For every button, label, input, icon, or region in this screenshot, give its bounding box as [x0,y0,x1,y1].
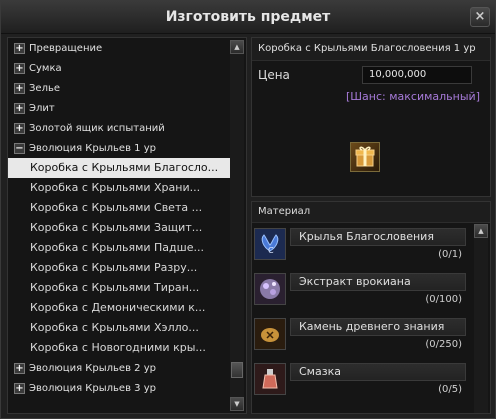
recipe-item[interactable]: Коробка с Крыльями Разру... [8,258,230,278]
rune-stone-icon [254,318,286,350]
material-name: Смазка [290,363,466,381]
expand-icon[interactable]: + [14,382,25,394]
material-name: Камень древнего знания [290,318,466,336]
close-button[interactable]: × [470,7,490,27]
scroll-thumb[interactable] [231,362,243,378]
tree-category[interactable]: + Элит [8,98,230,118]
scroll-up-button[interactable]: ▲ [230,40,244,54]
expand-icon[interactable]: + [14,42,25,54]
scroll-up-button[interactable]: ▲ [474,224,488,238]
category-label: Золотой ящик испытаний [29,122,165,134]
svg-text:C: C [268,246,274,255]
window-titlebar: Изготовить предмет × [1,1,495,34]
recipe-item[interactable]: Коробка с Крыльями Защит... [8,218,230,238]
material-row[interactable]: Смазка (0/5) [254,359,466,399]
expand-icon[interactable]: + [14,102,25,114]
category-label: Эволюция Крыльев 1 ур [29,142,156,154]
category-label: Эволюция Крыльев 3 ур [29,382,156,394]
price-value: 10,000,000 [362,66,472,84]
tree-category[interactable]: + Сумка [8,58,230,78]
material-count: (0/5) [438,384,462,395]
tree-category[interactable]: − Эволюция Крыльев 1 ур [8,138,230,158]
recipe-tree-panel: + Превращение + Сумка + Зелье + Элит + З… [7,37,247,414]
tree-category[interactable]: + Превращение [8,38,230,58]
tree-category[interactable]: + Зелье [8,78,230,98]
price-label: Цена [258,68,290,82]
recipe-item[interactable]: Коробка с Крыльями Падше... [8,238,230,258]
product-name: Коробка с Крыльями Благословения 1 ур [252,38,490,61]
recipe-item[interactable]: Коробка с Крыльями Света ... [8,198,230,218]
product-panel: Коробка с Крыльями Благословения 1 ур Це… [251,37,491,197]
recipe-item[interactable]: Коробка с Крыльями Тиран... [8,278,230,298]
expand-icon[interactable]: + [14,62,25,74]
collapse-icon[interactable]: − [14,142,25,154]
material-name: Экстракт врокиана [290,273,466,291]
category-label: Эволюция Крыльев 2 ур [29,362,156,374]
recipe-tree: + Превращение + Сумка + Зелье + Элит + З… [8,38,230,413]
category-label: Сумка [29,62,62,74]
materials-panel: Материал C Крылья Благословения (0/1) Эк… [251,201,491,414]
gift-box-icon[interactable] [350,142,380,172]
tree-category[interactable]: + Золотой ящик испытаний [8,118,230,138]
expand-icon[interactable]: + [14,122,25,134]
wings-icon: C [254,228,286,260]
crystal-icon [254,273,286,305]
category-label: Превращение [29,42,103,54]
category-label: Элит [29,102,55,114]
material-count: (0/100) [425,294,462,305]
material-name: Крылья Благословения [290,228,466,246]
tree-category[interactable]: + Эволюция Крыльев 3 ур [8,378,230,398]
material-count: (0/250) [425,339,462,350]
recipe-item[interactable]: Коробка с Демоническими к... [8,298,230,318]
tree-scrollbar[interactable]: ▲ ▼ [230,40,244,411]
recipe-item[interactable]: Коробка с Крыльями Хэлло... [8,318,230,338]
material-row[interactable]: Камень древнего знания (0/250) [254,314,466,354]
materials-header: Материал [252,202,490,223]
material-count: (0/1) [438,249,462,260]
materials-scrollbar[interactable]: ▲ [474,224,488,413]
recipe-item[interactable]: Коробка с Крыльями Благосло... [8,158,230,178]
window-title: Изготовить предмет [165,9,331,25]
category-label: Зелье [29,82,61,94]
expand-icon[interactable]: + [14,82,25,94]
scroll-down-button[interactable]: ▼ [230,397,244,411]
material-row[interactable]: Экстракт врокиана (0/100) [254,269,466,309]
potion-icon [254,363,286,395]
tree-category[interactable]: + Эволюция Крыльев 2 ур [8,358,230,378]
recipe-item[interactable]: Коробка с Новогодними кры... [8,338,230,358]
recipe-item[interactable]: Коробка с Крыльями Храни... [8,178,230,198]
expand-icon[interactable]: + [14,362,25,374]
success-chance: [Шанс: максимальный] [346,90,480,103]
material-row[interactable]: C Крылья Благословения (0/1) [254,224,466,264]
craft-window: Изготовить предмет × + Превращение + Сум… [0,0,496,419]
